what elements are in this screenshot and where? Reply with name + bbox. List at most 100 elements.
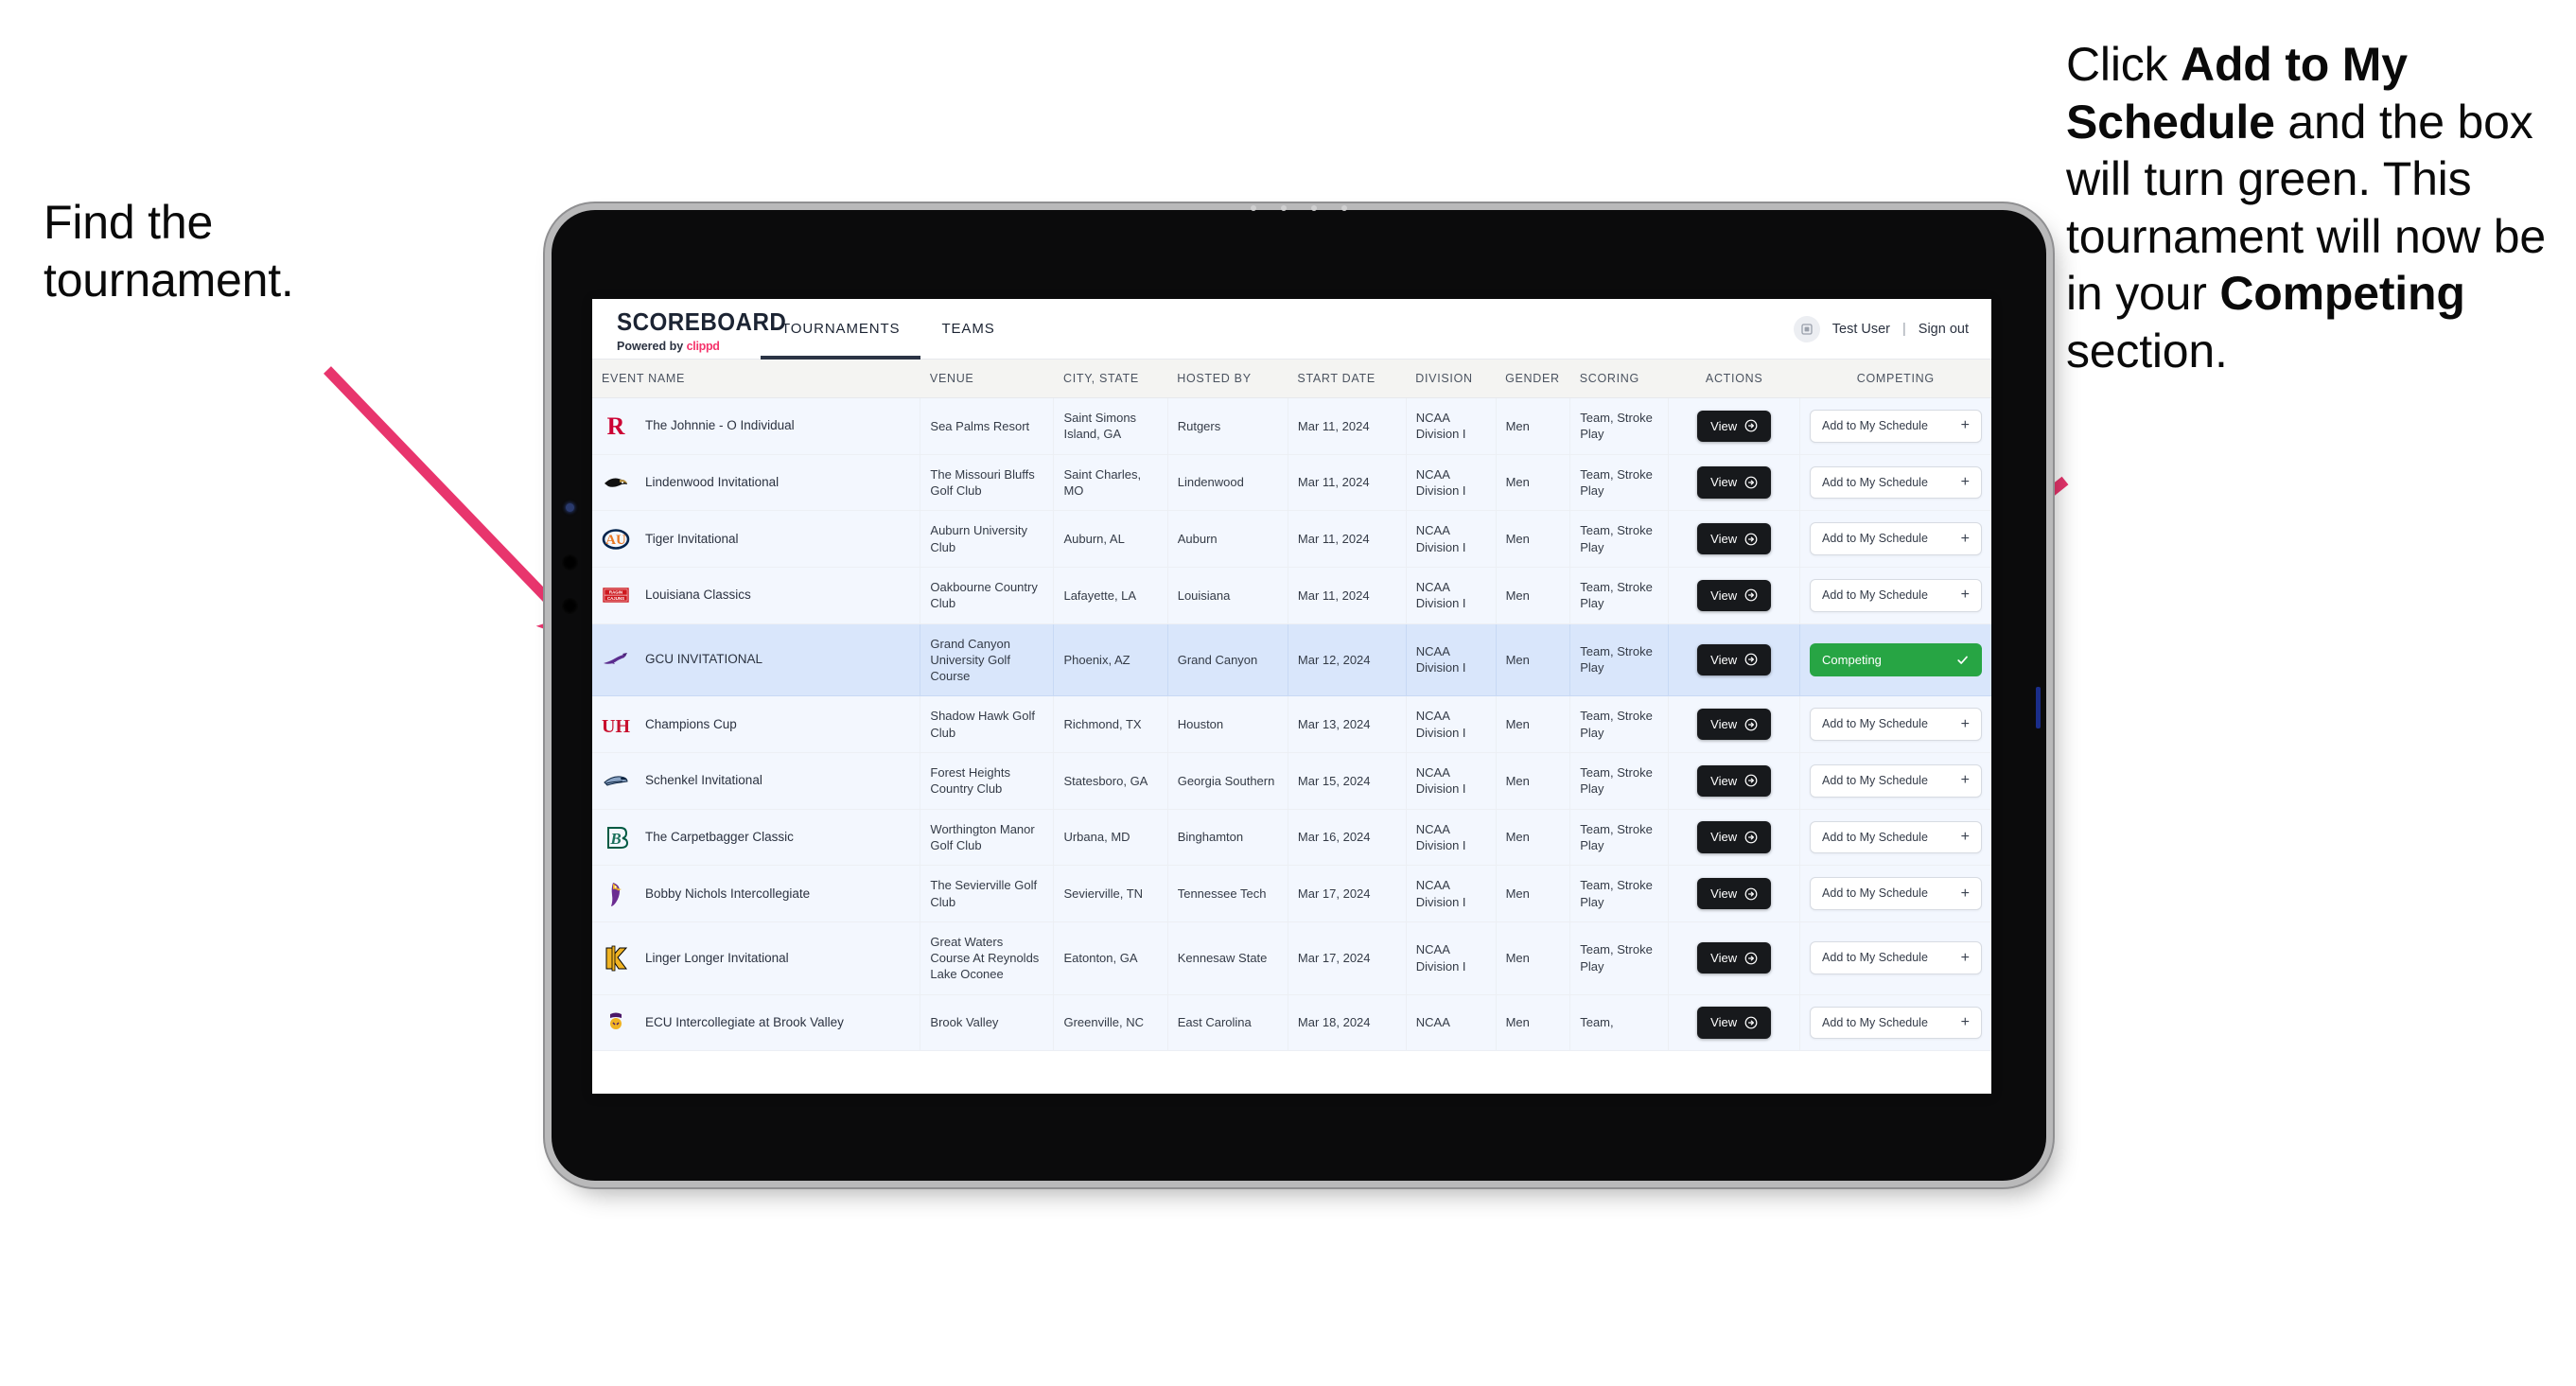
table-row[interactable]: Lindenwood Invitational The Missouri Blu… [592,454,1991,512]
front-camera-icon [566,503,574,512]
view-label: View [1710,951,1738,966]
add-to-my-schedule-button[interactable]: Add to My Schedule + [1810,1006,1982,1040]
cell-division: NCAA Division I [1406,752,1497,810]
cell-gender: Men [1496,567,1571,624]
brand-title: SCOREBOARD [617,307,787,336]
cell-event-name: ECU Intercollegiate at Brook Valley [592,994,921,1052]
table-row[interactable]: Linger Longer Invitational Great Waters … [592,921,1991,995]
powered-prefix: Powered by [617,340,687,353]
view-button[interactable]: View [1697,466,1772,499]
cell-gender: Men [1496,510,1571,568]
svg-text:CAJUNS: CAJUNS [607,596,624,601]
view-button[interactable]: View [1697,877,1772,910]
tab-teams[interactable]: TEAMS [920,299,1015,359]
cell-division: NCAA [1406,994,1497,1052]
plus-icon: + [1960,772,1970,789]
brand-powered-by: Powered by clippd [617,340,761,353]
cell-event-name: B The Carpetbagger Classic [592,809,921,867]
add-to-my-schedule-button[interactable]: Add to My Schedule + [1810,763,1982,798]
cell-competing: Add to My Schedule + [1799,921,1991,995]
add-to-my-schedule-button[interactable]: Add to My Schedule + [1810,522,1982,555]
table-header: EVENT NAME VENUE CITY, STATE HOSTED BY S… [592,360,1991,398]
cell-venue: Forest Heights Country Club [920,752,1055,810]
avatar[interactable] [1793,315,1820,342]
table-row[interactable]: AU Tiger Invitational Auburn University … [592,510,1991,568]
table-row[interactable]: GCU INVITATIONAL Grand Canyon University… [592,623,1991,697]
cell-gender: Men [1496,752,1571,810]
cell-city-state: Urbana, MD [1053,809,1168,867]
cell-actions: View [1668,921,1801,995]
cell-venue: Great Waters Course At Reynolds Lake Oco… [920,921,1055,995]
sign-out-link[interactable]: Sign out [1919,322,1969,337]
cell-competing: Add to My Schedule + [1799,809,1991,867]
cell-actions: View [1668,510,1801,568]
column-gender: GENDER [1496,360,1570,398]
cell-event-name: Schenkel Invitational [592,752,921,810]
cell-competing: Add to My Schedule + [1799,454,1991,512]
rutgers-r-logo: R [602,412,630,440]
cell-gender: Men [1496,623,1571,697]
tab-tournaments[interactable]: TOURNAMENTS [761,299,921,360]
view-button[interactable]: View [1697,579,1772,611]
column-hosted-by: HOSTED BY [1167,360,1288,398]
arrow-circle-right-icon [1744,887,1758,900]
column-start-date: START DATE [1288,360,1407,398]
add-to-my-schedule-button[interactable]: Add to My Schedule + [1810,578,1982,612]
table-row[interactable]: B The Carpetbagger Classic Worthington M… [592,809,1991,867]
table-row[interactable]: RAGIN CAJUNS Louisiana Classics Oakbourne… [592,567,1991,624]
view-button[interactable]: View [1697,821,1772,853]
table-row[interactable]: Bobby Nichols Intercollegiate The Sevier… [592,865,1991,922]
column-actions: ACTIONS [1668,360,1800,398]
view-button[interactable]: View [1697,410,1772,442]
cell-start-date: Mar 16, 2024 [1288,809,1407,867]
arrow-circle-right-icon [1744,831,1758,844]
cell-hosted-by: Kennesaw State [1167,921,1288,995]
annotation-right-seg3: section. [2066,324,2228,377]
table-row[interactable]: Schenkel Invitational Forest Heights Cou… [592,752,1991,810]
cell-competing: Competing [1799,623,1991,697]
add-to-my-schedule-button[interactable]: Add to My Schedule + [1810,410,1982,443]
scoreboard-logo: SCOREBOARD Powered by clippd [592,299,787,359]
add-to-my-schedule-button[interactable]: Add to My Schedule + [1810,941,1982,975]
add-to-my-schedule-label: Add to My Schedule [1822,419,1928,432]
cell-event-name: AU Tiger Invitational [592,510,921,568]
view-button[interactable]: View [1697,1007,1772,1039]
add-to-my-schedule-button[interactable]: Add to My Schedule + [1810,708,1982,741]
view-label: View [1710,418,1738,433]
cell-scoring: Team, Stroke Play [1569,454,1670,512]
tab-tournaments-label: TOURNAMENTS [781,321,901,337]
cell-venue: Brook Valley [920,994,1055,1052]
add-to-my-schedule-label: Add to My Schedule [1822,951,1928,965]
event-name-text: Lindenwood Invitational [645,474,780,489]
view-button[interactable]: View [1697,643,1772,676]
cell-venue: The Missouri Bluffs Golf Club [920,454,1055,512]
cell-division: NCAA Division I [1406,865,1497,922]
competing-badge[interactable]: Competing [1810,642,1982,677]
cell-competing: Add to My Schedule + [1799,397,1991,455]
view-label: View [1710,717,1738,732]
cell-competing: Add to My Schedule + [1799,752,1991,810]
tablet-device-frame: SCOREBOARD Powered by clippd TOURNAMENTS… [552,205,2046,1181]
add-to-my-schedule-button[interactable]: Add to My Schedule + [1810,820,1982,854]
competing-label: Competing [1822,652,1882,667]
view-label: View [1710,531,1738,546]
annotation-find-tournament: Find the tournament. [44,194,450,308]
cell-event-name: Lindenwood Invitational [592,454,921,512]
add-to-my-schedule-label: Add to My Schedule [1822,717,1928,731]
bezel-indicator [2036,687,2041,728]
view-button[interactable]: View [1697,942,1772,974]
add-to-my-schedule-button[interactable]: Add to My Schedule + [1810,877,1982,910]
event-name-text: Bobby Nichols Intercollegiate [645,886,811,901]
auburn-au-logo: AU [602,525,630,553]
view-button[interactable]: View [1697,764,1772,797]
table-row[interactable]: R The Johnnie - O Individual Sea Palms R… [592,397,1991,455]
user-separator: | [1902,321,1906,337]
plus-icon: + [1960,587,1970,604]
view-button[interactable]: View [1697,709,1772,741]
cell-city-state: Sevierville, TN [1053,865,1168,922]
table-row[interactable]: ECU Intercollegiate at Brook Valley Broo… [592,994,1991,1052]
event-name-text: The Carpetbagger Classic [645,829,794,844]
view-button[interactable]: View [1697,522,1772,555]
add-to-my-schedule-button[interactable]: Add to My Schedule + [1810,465,1982,500]
table-row[interactable]: UH Champions Cup Shadow Hawk Golf Club R… [592,695,1991,753]
